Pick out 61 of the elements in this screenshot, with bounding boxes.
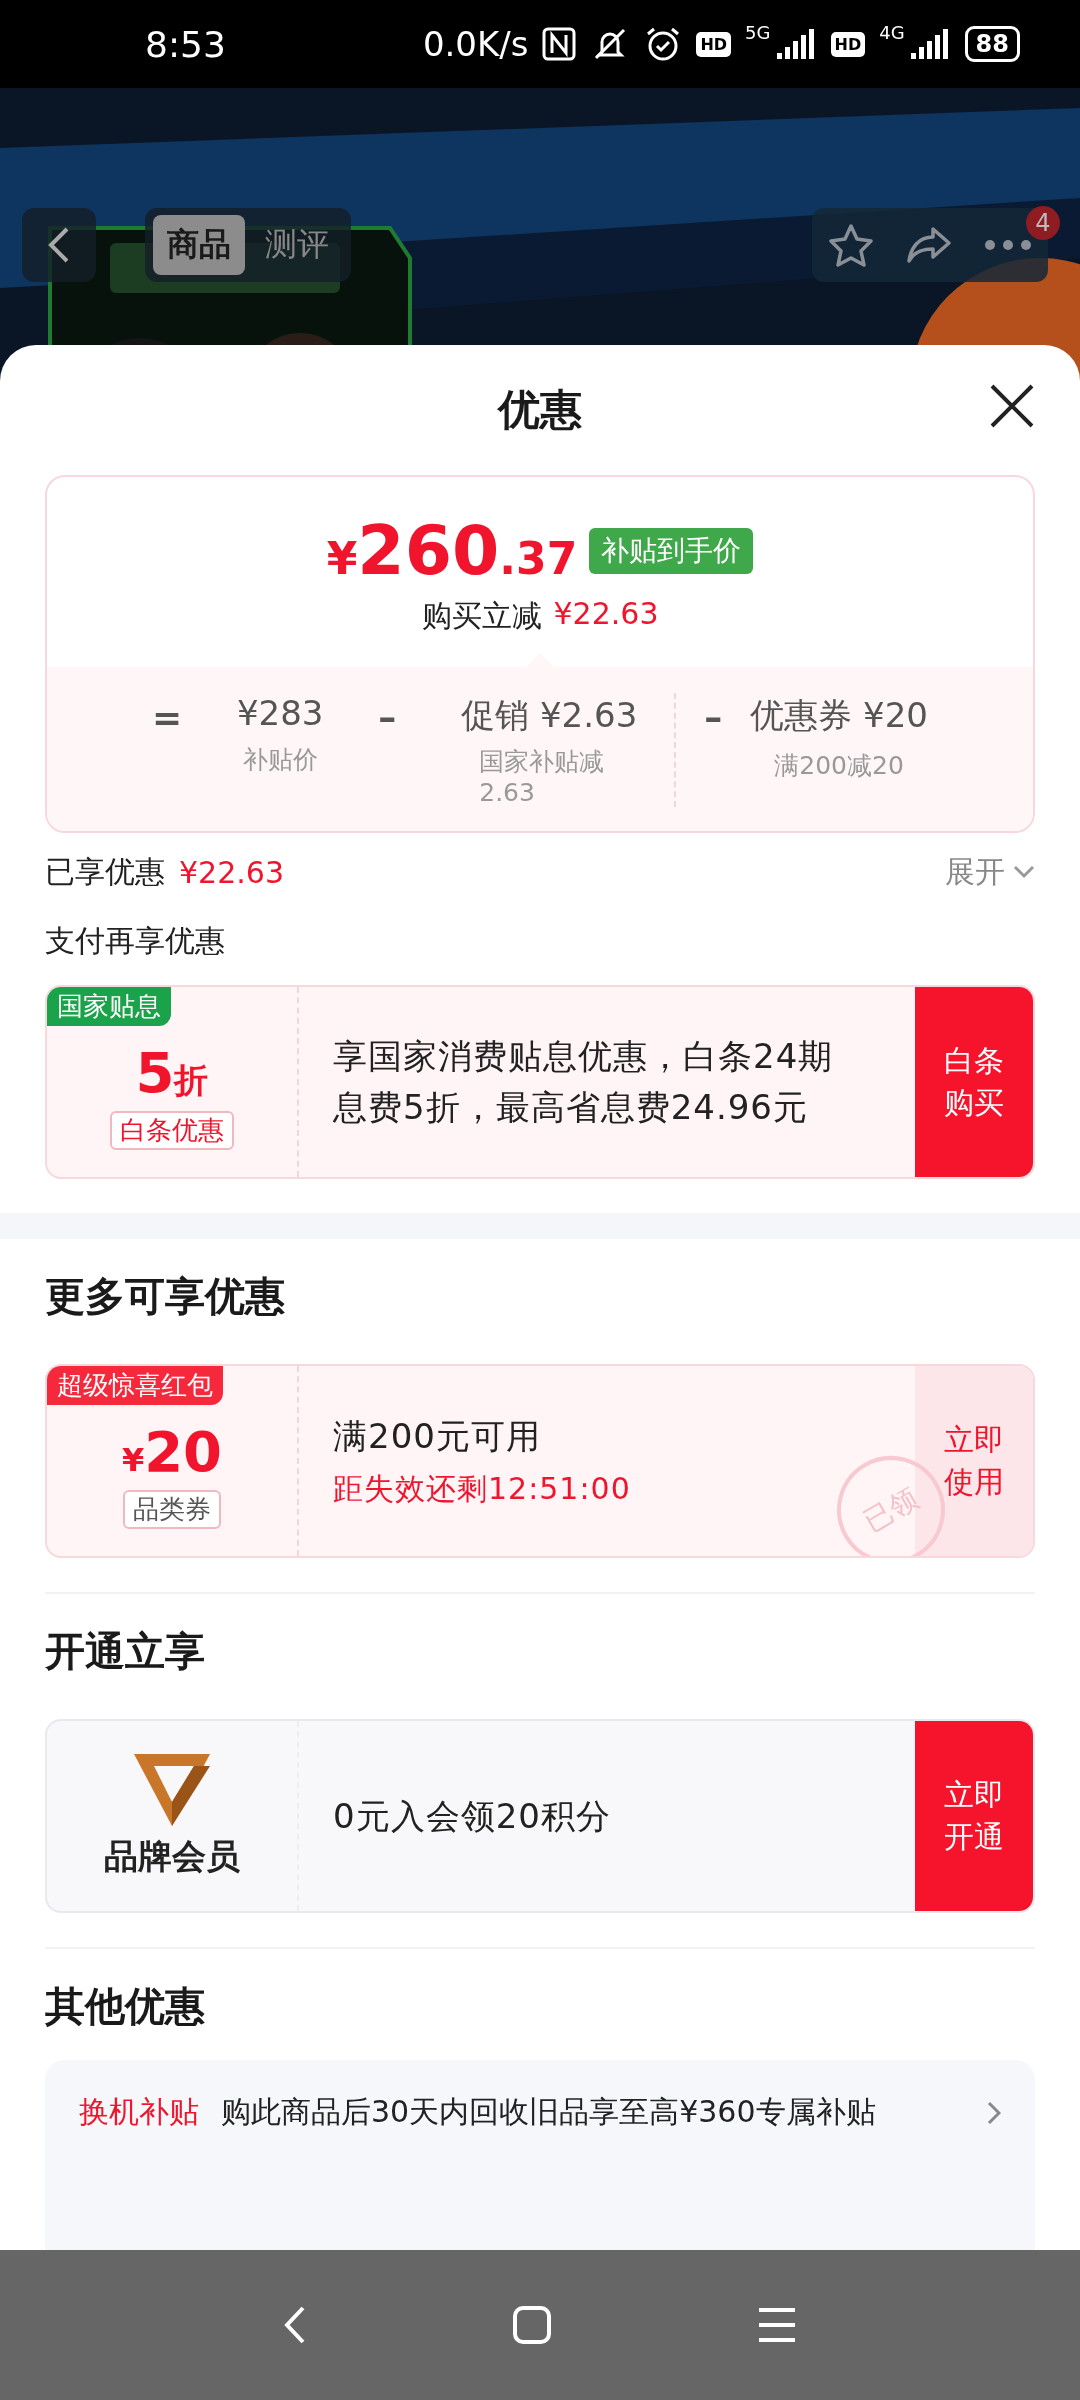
price-term: 优惠券 ¥20	[750, 694, 928, 737]
offer-text: 购此商品后30天内回收旧品享至高¥360专属补贴	[221, 2093, 877, 2131]
share-icon[interactable]	[905, 225, 953, 265]
countdown-text: 距失效还剩12:51:00	[333, 1470, 632, 1508]
coupon-text: 0元入会领20积分	[333, 1794, 612, 1838]
menu-icon[interactable]	[757, 2307, 798, 2343]
action-button[interactable]: 立即使用	[915, 1366, 1033, 1556]
hd-indicator: HD	[696, 31, 732, 57]
final-price: ¥260.37	[326, 511, 578, 590]
price-term: 促销 ¥2.63	[461, 694, 638, 737]
enjoyed-amount: ¥22.63	[179, 854, 284, 890]
action-button[interactable]: 立即开通	[915, 1721, 1033, 1911]
close-icon[interactable]	[989, 383, 1035, 429]
chevron-icon	[987, 2100, 1001, 2125]
reduce-label: 购买立减	[421, 597, 542, 635]
tab[interactable]: 商品	[153, 215, 245, 275]
coupon-value: ¥20	[121, 1419, 223, 1484]
back-icon[interactable]	[282, 2305, 307, 2345]
coupon-text: 满200元可用	[333, 1415, 542, 1458]
member-label: 品牌会员	[104, 1835, 240, 1878]
hd-indicator: HD	[830, 31, 866, 57]
clock: 8:53	[145, 23, 226, 65]
term-note: 满200减20	[773, 750, 905, 782]
star-icon[interactable]	[827, 223, 874, 267]
discount-value: 5折	[135, 1040, 209, 1105]
back-button[interactable]	[22, 208, 96, 282]
corner-tag: 超级惊喜红包	[47, 1366, 223, 1405]
term-note: 补贴价	[241, 744, 319, 776]
action-button[interactable]: 白条购买	[915, 987, 1033, 1177]
tab[interactable]: 测评	[251, 215, 343, 275]
more-icon[interactable]	[984, 239, 1033, 251]
enjoyed-label: 已享优惠	[45, 852, 165, 891]
network-type: 5G	[745, 22, 771, 43]
battery-indicator: 88	[964, 26, 1020, 62]
corner-tag: 国家贴息	[47, 987, 171, 1026]
signal-icon	[910, 29, 951, 59]
home-icon[interactable]	[512, 2305, 552, 2345]
section-heading: 更多可享优惠	[45, 1272, 286, 1321]
coupon-label: 白条优惠	[110, 1111, 234, 1150]
offer-row[interactable]: 换机补贴 购此商品后30天内回收旧品享至高¥360专属补贴	[79, 2092, 1001, 2133]
minus-sign: –	[378, 697, 397, 740]
section-heading: 其他优惠	[45, 1982, 206, 2031]
expand-button[interactable]: 展开	[945, 851, 1035, 893]
price-term: ¥283	[236, 693, 324, 733]
coupon-text: 享国家消费贴息优惠，白条24期息费5折，最高省息费24.96元	[333, 1035, 835, 1129]
chevron-left-icon	[47, 225, 71, 265]
equals-sign: =	[152, 697, 183, 740]
section-heading: 开通立享	[45, 1627, 206, 1676]
sheet-title: 优惠	[498, 384, 582, 436]
minus-sign: –	[704, 697, 723, 740]
section-heading: 支付再享优惠	[45, 921, 226, 960]
network-speed: 0.0K/s	[422, 24, 529, 64]
nfc-icon	[542, 27, 577, 61]
signal-icon	[776, 29, 817, 59]
offer-tag: 换机补贴	[79, 2092, 199, 2133]
price-tag: 补贴到手价	[589, 527, 754, 574]
term-note: 国家补贴减2.63	[479, 746, 606, 807]
network-type: 4G	[879, 22, 905, 43]
reduce-amount: ¥22.63	[553, 596, 659, 633]
coupon-label: 品类券	[123, 1490, 221, 1529]
chevron-down-icon	[1013, 865, 1035, 879]
